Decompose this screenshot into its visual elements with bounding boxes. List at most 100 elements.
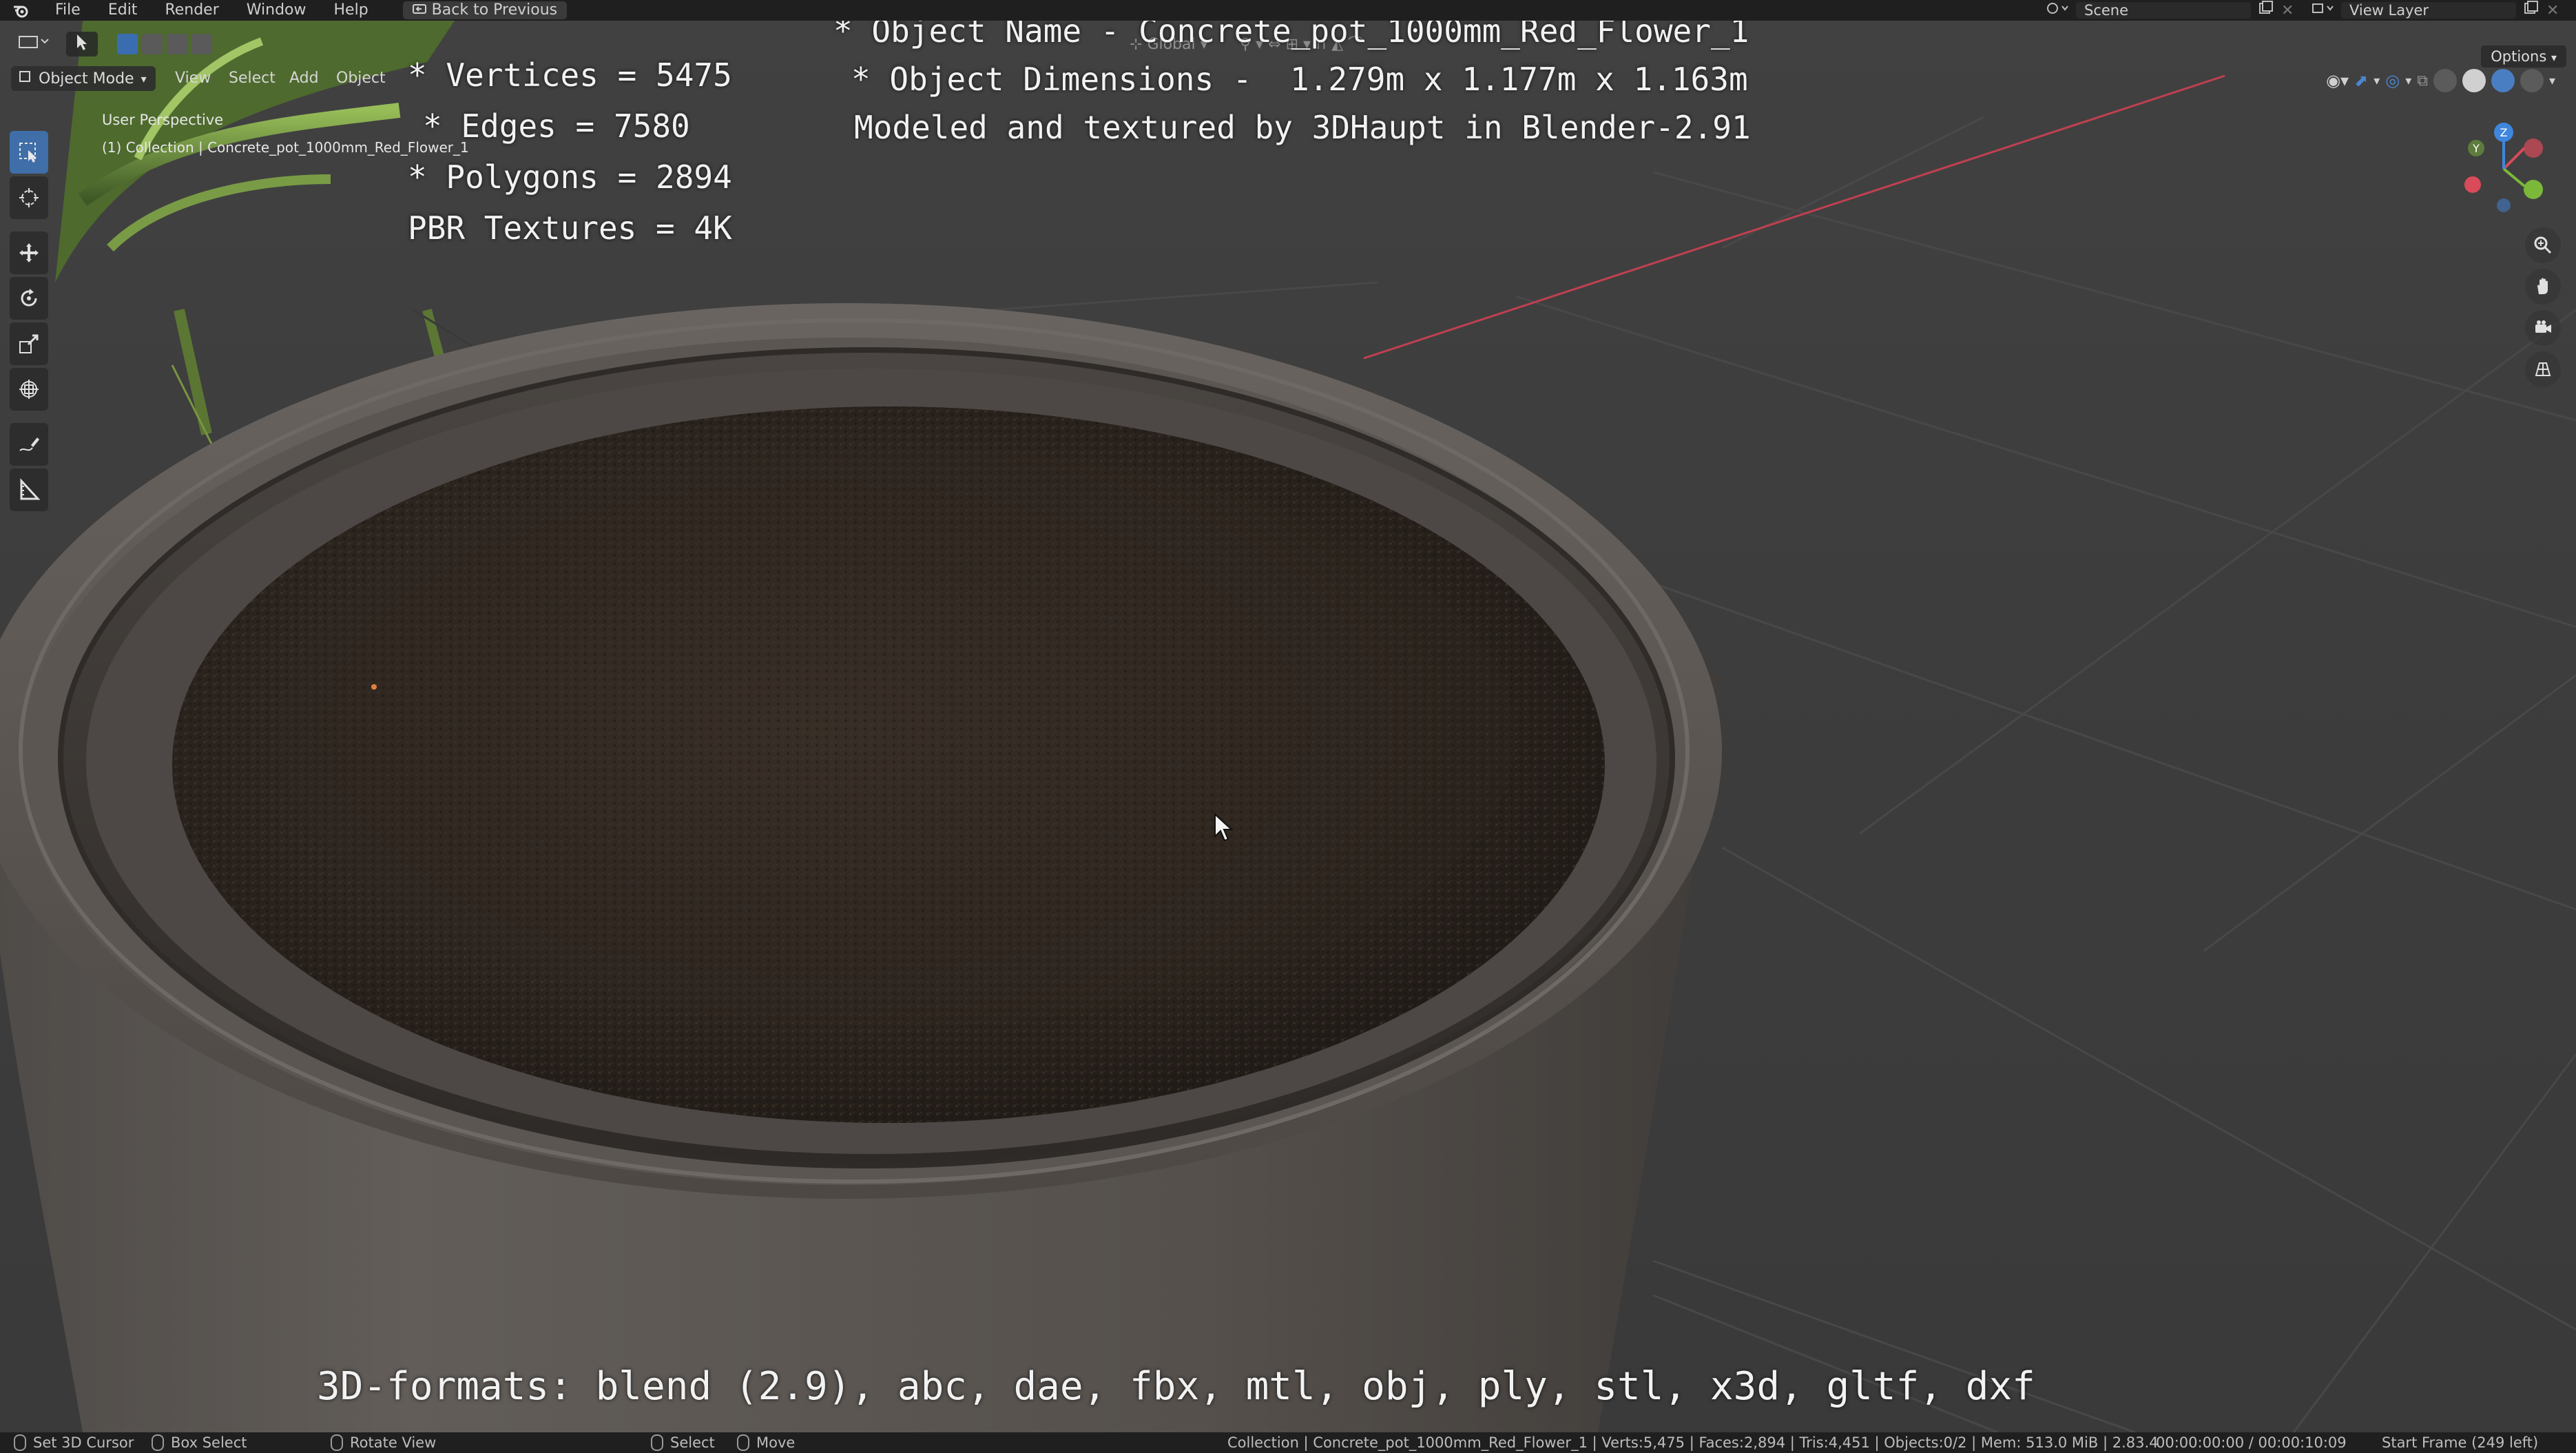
options-dropdown[interactable]: Options ▾: [2481, 45, 2566, 68]
pan-hand-icon[interactable]: [2525, 269, 2561, 305]
viewport-menu-add[interactable]: Add: [280, 66, 329, 91]
viewport-navigation-buttons: [2525, 227, 2561, 387]
viewport-menu-select[interactable]: Select: [219, 66, 285, 91]
shading-dropdown-icon[interactable]: ▾: [2549, 74, 2555, 88]
editor-type-icon: [19, 36, 49, 48]
viewport-perspective-label: User Perspective: [102, 112, 224, 128]
solid-shading-icon[interactable]: [2462, 69, 2486, 92]
overlay-3d-formats: 3D-formats: blend (2.9), abc, dae, fbx, …: [317, 1364, 2035, 1409]
status-playback-time: 00:00:00:00 / 00:00:10:09: [2156, 1434, 2347, 1451]
wireframe-shading-icon[interactable]: [2433, 69, 2457, 92]
menu-file[interactable]: File: [41, 0, 94, 21]
cursor-icon[interactable]: [10, 176, 48, 219]
menu-help[interactable]: Help: [320, 0, 382, 21]
measure-icon[interactable]: [10, 468, 48, 511]
status-hint-set-cursor: Set 3D Cursor: [14, 1432, 134, 1453]
mouse-right-icon: [651, 1434, 663, 1451]
gizmo-dropdown-icon[interactable]: ▾: [2374, 74, 2380, 88]
mouse-pointer-icon: [1214, 813, 1234, 842]
svg-text:Y: Y: [2472, 142, 2480, 155]
navigation-gizmo[interactable]: Z Y: [2452, 117, 2555, 220]
delete-view-layer-icon[interactable]: ✕: [2546, 2, 2559, 19]
status-scene-stats: Collection | Concrete_pot_1000mm_Red_Flo…: [1227, 1434, 2159, 1451]
view-layer-field[interactable]: View Layer: [2341, 2, 2516, 19]
selection-mode-group: [117, 32, 212, 56]
view-layer-icon[interactable]: [2311, 1, 2334, 20]
scene-name-field[interactable]: Scene: [2076, 2, 2251, 19]
overlay-vertices: * Vertices = 5475: [408, 56, 732, 94]
select-intersect-icon[interactable]: [191, 34, 212, 54]
viewport-menu-view[interactable]: View: [165, 66, 220, 91]
chevron-down-icon: ▾: [141, 72, 147, 85]
options-label: Options: [2491, 48, 2547, 65]
annotate-icon[interactable]: [10, 423, 48, 466]
tool-select-button[interactable]: [66, 32, 98, 56]
select-new-icon[interactable]: [117, 34, 138, 54]
new-view-layer-icon[interactable]: [2523, 1, 2539, 20]
blender-logo-icon[interactable]: [0, 3, 41, 18]
select-box-icon[interactable]: [10, 131, 48, 174]
status-rotate-view-label: Rotate View: [350, 1434, 437, 1451]
pointer-icon: [77, 34, 87, 50]
material-preview-shading-icon[interactable]: [2491, 69, 2515, 92]
gizmo-toggle-icon[interactable]: ⬈: [2354, 71, 2368, 90]
overlay-pbr-textures: PBR Textures = 4K: [408, 209, 732, 247]
menu-window[interactable]: Window: [233, 0, 320, 21]
move-icon[interactable]: [10, 231, 48, 274]
mouse-middle-icon: [331, 1434, 343, 1451]
zoom-icon[interactable]: [2525, 227, 2561, 263]
status-hint-box-select: Box Select: [152, 1432, 247, 1453]
object-mode-dropdown[interactable]: Object Mode ▾: [11, 66, 156, 91]
chevron-down-icon: ▾: [2551, 51, 2557, 64]
status-hint-rotate-view: Rotate View: [331, 1432, 436, 1453]
status-start-frame: Start Frame (249 left): [2382, 1434, 2539, 1451]
viewport-menu-object[interactable]: Object: [326, 66, 395, 91]
xray-toggle-icon[interactable]: ⧉: [2417, 72, 2428, 90]
scale-icon[interactable]: [10, 322, 48, 365]
camera-icon[interactable]: [2525, 310, 2561, 346]
overlay-edges: * Edges = 7580: [423, 107, 690, 145]
rotate-icon[interactable]: [10, 277, 48, 320]
menu-render[interactable]: Render: [151, 0, 232, 21]
3d-viewport[interactable]: Object Mode ▾ View Select Add Object ⊹ G…: [0, 21, 2576, 1432]
overlay-object-name: * Object Name - Concrete_pot_1000mm_Red_…: [833, 21, 1749, 50]
back-to-previous-label: Back to Previous: [431, 1, 558, 19]
viewport-collection-label: (1) Collection | Concrete_pot_1000mm_Red…: [102, 139, 469, 156]
svg-text:Z: Z: [2500, 126, 2508, 139]
overlay-dropdown-icon[interactable]: ▾: [2405, 74, 2411, 88]
mouse-right-drag-icon: [737, 1434, 749, 1451]
overlay-modeled-by: Modeled and textured by 3DHaupt in Blend…: [854, 109, 1751, 146]
top-menu-bar: File Edit Render Window Help Back to Pre…: [0, 0, 2576, 21]
back-arrow-icon: [412, 1, 426, 19]
mouse-left-icon: [14, 1434, 26, 1451]
status-select-label: Select: [670, 1434, 715, 1451]
status-set-cursor-label: Set 3D Cursor: [33, 1434, 134, 1451]
overlay-object-dimensions: * Object Dimensions - 1.279m x 1.177m x …: [851, 61, 1748, 98]
select-subtract-icon[interactable]: [167, 34, 187, 54]
scene-icon[interactable]: [2046, 1, 2069, 20]
object-mode-label: Object Mode: [39, 70, 134, 87]
overlay-toggle-icon[interactable]: ◎: [2385, 71, 2400, 90]
object-mode-icon: [18, 70, 32, 87]
shading-controls: ◉▾ ⬈ ▾ ◎ ▾ ⧉ ▾: [2326, 69, 2555, 92]
view-layer-selector: View Layer ✕: [2311, 0, 2559, 21]
menu-edit[interactable]: Edit: [94, 0, 152, 21]
status-bar: Set 3D Cursor Box Select Rotate View Sel…: [0, 1432, 2576, 1453]
new-scene-icon[interactable]: [2258, 1, 2274, 20]
status-box-select-label: Box Select: [171, 1434, 247, 1451]
back-to-previous-button[interactable]: Back to Previous: [402, 1, 568, 19]
scene-selector: Scene ✕: [2046, 0, 2294, 21]
transform-icon[interactable]: [10, 368, 48, 411]
mouse-drag-icon: [152, 1434, 164, 1451]
status-hint-move: Move: [737, 1432, 795, 1453]
viewport-scene: [0, 21, 2576, 1432]
rendered-shading-icon[interactable]: [2520, 69, 2544, 92]
visibility-icon[interactable]: ◉▾: [2326, 71, 2349, 90]
overlay-polygons: * Polygons = 2894: [408, 158, 732, 196]
tool-shelf: [10, 131, 48, 511]
delete-scene-icon[interactable]: ✕: [2281, 2, 2294, 19]
status-move-label: Move: [756, 1434, 796, 1451]
select-extend-icon[interactable]: [142, 34, 163, 54]
grid-icon[interactable]: [2525, 351, 2561, 387]
editor-type-button[interactable]: [10, 33, 59, 56]
